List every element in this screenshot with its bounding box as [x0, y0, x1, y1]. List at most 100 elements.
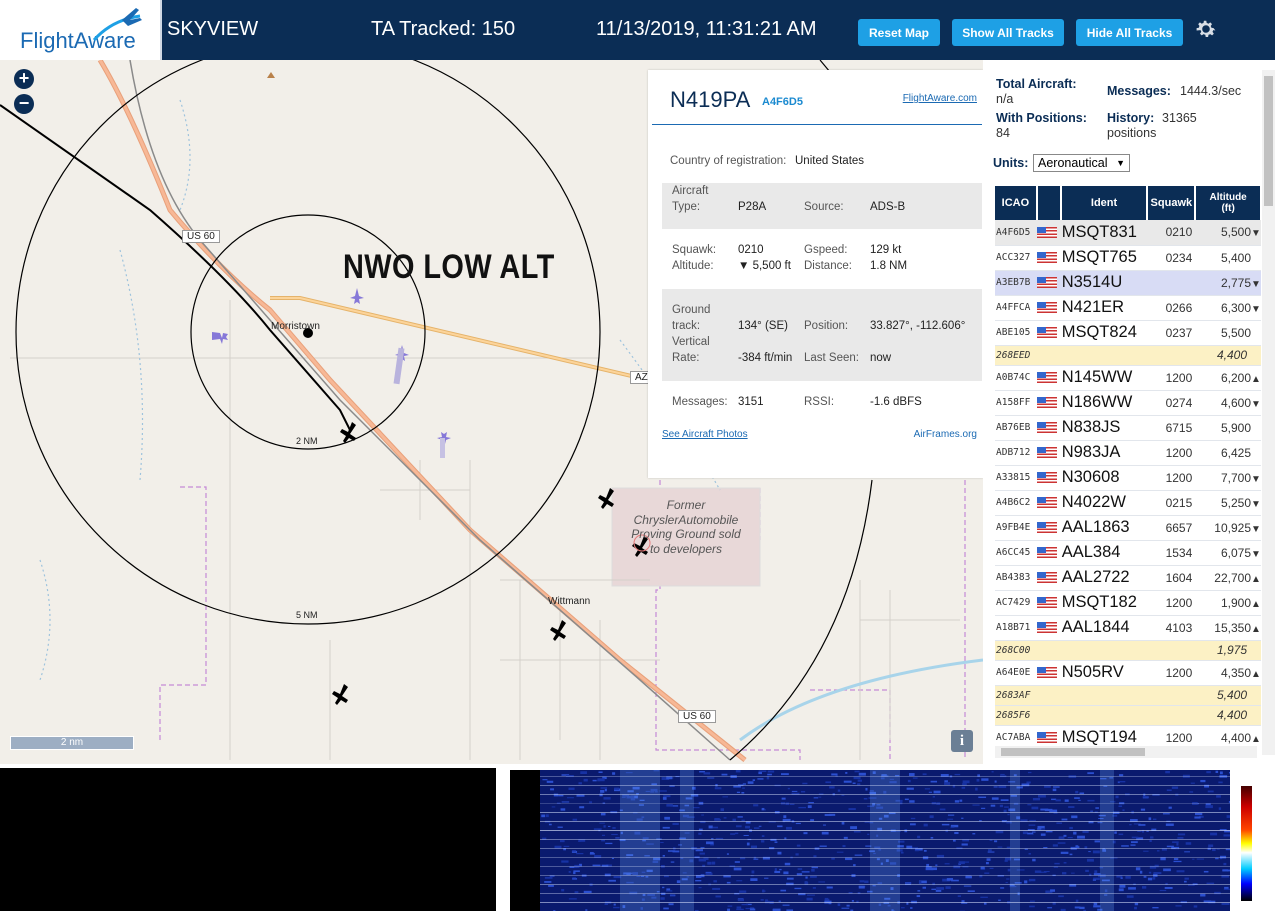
waterfall-noise — [608, 879, 616, 882]
table-row[interactable]: ACC327 MSQT765 0234 5,400 — [995, 245, 1261, 271]
waterfall-band — [870, 770, 900, 911]
waterfall-noise — [572, 877, 576, 879]
table-row[interactable]: AC7ABA MSQT194 1200 4,400▲ — [995, 725, 1261, 746]
table-row[interactable]: A158FF N186WW 0274 4,600▼ — [995, 390, 1261, 416]
waterfall-noise — [1200, 893, 1206, 897]
waterfall-noise — [1162, 813, 1170, 815]
scrollbar-thumb[interactable] — [1001, 748, 1145, 756]
waterfall-noise — [1037, 825, 1045, 829]
waterfall-noise — [1218, 781, 1223, 784]
waterfall-noise — [1215, 857, 1219, 860]
waterfall-noise — [1138, 824, 1146, 826]
waterfall-noise — [559, 840, 565, 843]
cell-altitude: 4,600▼ — [1195, 390, 1261, 416]
cell-squawk: 0210 — [1147, 220, 1196, 246]
waterfall-noise — [1007, 868, 1011, 872]
flightaware-link[interactable]: FlightAware.com — [903, 93, 977, 104]
table-row[interactable]: A4B6C2 N4022W 0215 5,250▼ — [995, 490, 1261, 516]
waterfall-noise — [777, 851, 782, 855]
distance-label: Distance: — [804, 260, 852, 272]
waterfall-noise — [774, 870, 781, 874]
waterfall-noise — [613, 906, 620, 909]
table-horizontal-scrollbar[interactable] — [995, 746, 1257, 758]
waterfall-line — [540, 857, 1230, 858]
table-row[interactable]: A4FFCA N421ER 0266 6,300▼ — [995, 295, 1261, 321]
waterfall-noise — [972, 804, 980, 806]
table-row[interactable]: 2683AF 5,400 — [995, 685, 1261, 706]
map-info-button[interactable]: i — [951, 730, 973, 752]
waterfall-noise — [662, 826, 670, 829]
table-row[interactable]: A6CC45 AAL384 1534 6,075▼ — [995, 540, 1261, 566]
cell-ident: N505RV — [1060, 660, 1148, 686]
waterfall-noise — [1004, 859, 1008, 862]
waterfall-noise — [566, 797, 574, 799]
scrollbar-thumb[interactable] — [1264, 76, 1273, 206]
waterfall-noise — [699, 852, 705, 855]
table-row[interactable]: AB76EB N838JS 6715 5,900 — [995, 415, 1261, 441]
units-select-value: Aeronautical — [1038, 156, 1108, 170]
waterfall-noise — [1064, 799, 1069, 802]
aircraft-photos-link[interactable]: See Aircraft Photos — [662, 429, 748, 440]
waterfall-noise — [589, 852, 595, 855]
waterfall-noise — [604, 788, 607, 792]
table-row[interactable]: A9FB4E AAL1863 6657 10,925▼ — [995, 515, 1261, 541]
zoom-out-button[interactable]: − — [14, 94, 34, 114]
cell-altitude: 10,925▼ — [1195, 515, 1261, 541]
table-row[interactable]: ABE105 MSQT824 0237 5,500 — [995, 320, 1261, 346]
sidebar-vertical-scrollbar[interactable] — [1262, 70, 1275, 755]
waterfall-noise — [807, 894, 815, 896]
waterfall-band — [620, 770, 660, 911]
altitude-value: 7,700 — [1220, 470, 1251, 485]
waterfall-noise — [812, 887, 816, 889]
waterfall-noise — [850, 826, 858, 830]
col-icao[interactable]: ICAO — [995, 186, 1038, 220]
table-row[interactable]: A0B74C N145WW 1200 6,200▲ — [995, 365, 1261, 391]
airframes-link[interactable]: AirFrames.org — [914, 429, 977, 440]
with-positions-label: With Positions: — [996, 111, 1087, 125]
gear-icon[interactable] — [1194, 17, 1218, 41]
table-row[interactable]: 268C00 1,975 — [995, 640, 1261, 661]
table-row[interactable]: 2685F6 4,400 — [995, 705, 1261, 726]
waterfall-noise — [1095, 807, 1099, 809]
table-row[interactable]: A4F6D5 MSQT831 0210 5,500▼ — [995, 220, 1261, 246]
table-row[interactable]: A33815 N30608 1200 7,700▼ — [995, 465, 1261, 491]
cell-icao: ADB712 — [995, 440, 1037, 466]
col-flag[interactable] — [1036, 186, 1062, 220]
waterfall-noise — [794, 887, 802, 890]
map-scale-bar: 2 nm — [10, 736, 134, 750]
waterfall-noise — [662, 796, 667, 800]
cell-squawk: 4103 — [1147, 615, 1196, 641]
col-squawk[interactable]: Squawk — [1147, 186, 1197, 220]
units-select[interactable]: Aeronautical ▼ — [1033, 154, 1130, 172]
reset-map-button[interactable]: Reset Map — [858, 19, 940, 46]
waterfall-noise — [703, 772, 711, 775]
col-ident[interactable]: Ident — [1060, 186, 1149, 220]
waterfall-noise — [845, 771, 848, 774]
waterfall-noise — [1079, 792, 1085, 795]
messages-rate-label: Messages: — [1107, 84, 1171, 98]
waterfall-noise — [715, 895, 721, 898]
waterfall-noise — [557, 826, 563, 828]
table-row[interactable]: AB4383 AAL2722 1604 22,700▲ — [995, 565, 1261, 591]
table-row[interactable]: A18B71 AAL1844 4103 15,350▲ — [995, 615, 1261, 641]
hide-all-tracks-button[interactable]: Hide All Tracks — [1076, 19, 1183, 46]
table-row[interactable]: ADB712 N983JA 1200 6,425 — [995, 440, 1261, 466]
waterfall-noise — [758, 771, 762, 775]
waterfall-noise — [698, 887, 702, 889]
flightaware-logo[interactable]: FlightAware — [0, 0, 162, 60]
zoom-in-button[interactable]: + — [14, 69, 34, 89]
table-row[interactable]: A3EB7B N3514U 2,775▼ — [995, 270, 1261, 296]
cell-icao: A6CC45 — [995, 540, 1037, 566]
waterfall-noise — [1128, 887, 1136, 890]
cell-icao: A158FF — [995, 390, 1037, 416]
waterfall-noise — [917, 835, 921, 839]
waterfall-noise — [1141, 886, 1147, 889]
cell-altitude: 5,250▼ — [1195, 490, 1261, 516]
table-row[interactable]: A64E0E N505RV 1200 4,350▲ — [995, 660, 1261, 686]
table-row[interactable]: 268EED 4,400 — [995, 345, 1261, 366]
show-all-tracks-button[interactable]: Show All Tracks — [952, 19, 1064, 46]
waterfall-noise — [931, 888, 936, 890]
col-altitude[interactable]: Altitude (ft) — [1195, 186, 1262, 220]
table-row[interactable]: AC7429 MSQT182 1200 1,900▲ — [995, 590, 1261, 616]
waterfall-noise — [1152, 818, 1157, 821]
